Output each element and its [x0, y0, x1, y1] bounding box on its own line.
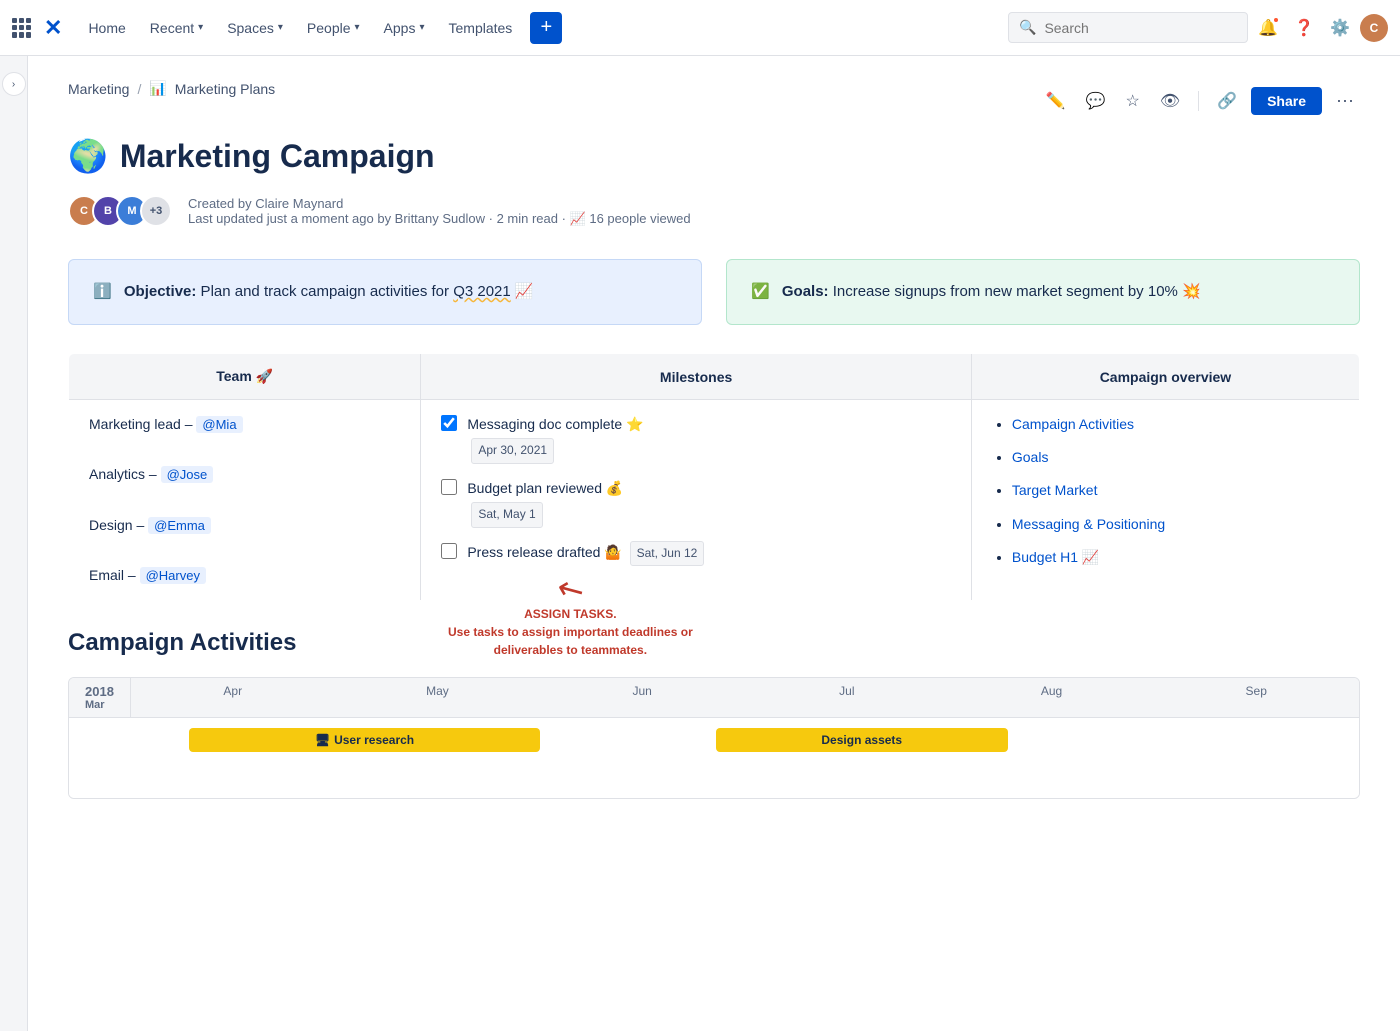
objective-box: ℹ️ Objective: Plan and track campaign ac…	[68, 259, 702, 325]
breadcrumb: Marketing / 📊 Marketing Plans	[68, 80, 275, 97]
title-emoji: 🌍	[68, 137, 108, 175]
overview-cell: Campaign Activities Goals Target Market …	[971, 400, 1359, 601]
campaign-activities-title: Campaign Activities	[68, 629, 1360, 657]
page-header-row: Marketing / 📊 Marketing Plans ✏️ 💬 ☆ 👁 🔗…	[68, 80, 1360, 121]
app-grid-button[interactable]	[12, 18, 32, 38]
settings-button[interactable]: ⚙️	[1324, 12, 1356, 44]
breadcrumb-current[interactable]: Marketing Plans	[175, 81, 275, 97]
gantt-month-sep: Sep	[1154, 678, 1359, 717]
meta-text: Created by Claire Maynard Last updated j…	[188, 196, 691, 227]
gantt-months: Apr May Jun Jul Aug Sep	[131, 678, 1359, 717]
nav-spaces[interactable]: Spaces ▾	[217, 14, 293, 42]
milestone-3-checkbox[interactable]	[441, 543, 457, 559]
team-row: Design – @Emma	[89, 513, 400, 538]
list-item: Target Market	[1012, 478, 1339, 503]
info-boxes: ℹ️ Objective: Plan and track campaign ac…	[68, 259, 1360, 325]
page-title: 🌍 Marketing Campaign	[68, 137, 1360, 175]
avatar-count: +3	[140, 195, 172, 227]
team-row: Analytics – @Jose	[89, 462, 400, 487]
edit-button[interactable]: ✏️	[1040, 85, 1072, 117]
sidebar-toggle: ›	[0, 56, 28, 1031]
assign-tasks-callout: ↗ ASSIGN TASKS. Use tasks to assign impo…	[448, 573, 693, 659]
milestone-3: Press release drafted 🤷 Sat, Jun 12	[441, 540, 951, 567]
target-market-link[interactable]: Target Market	[1012, 482, 1098, 498]
gantt-chart: 2018 Mar Apr May Jun Jul Aug Sep	[68, 677, 1360, 799]
nav-home[interactable]: Home	[78, 14, 135, 42]
overview-links: Campaign Activities Goals Target Market …	[992, 412, 1339, 570]
page-actions: ✏️ 💬 ☆ 👁 🔗 Share ···	[1040, 84, 1360, 117]
gantt-bar-user-research: 🖥 User research	[189, 728, 540, 752]
goals-link[interactable]: Goals	[1012, 449, 1049, 465]
watch-button[interactable]: 👁	[1154, 85, 1186, 117]
search-input[interactable]	[1044, 20, 1237, 36]
gantt-month-jul: Jul	[745, 678, 950, 717]
info-icon: ℹ️	[93, 283, 112, 300]
gantt-body: 🖥 User research Design assets	[69, 718, 1359, 798]
breadcrumb-parent[interactable]: Marketing	[68, 81, 129, 97]
help-button[interactable]: ❓	[1288, 12, 1320, 44]
page-meta: C B M +3 Created by Claire Maynard Last …	[68, 195, 1360, 227]
more-options-button[interactable]: ···	[1330, 84, 1360, 117]
gantt-rows: 🖥 User research Design assets	[189, 726, 1359, 770]
check-icon: ✅	[751, 283, 770, 300]
gantt-bar-design-assets: Design assets	[716, 728, 1009, 752]
team-header: Team 🚀	[69, 354, 421, 400]
gantt-month-apr: Apr	[131, 678, 336, 717]
nav-templates[interactable]: Templates	[439, 14, 523, 42]
campaign-activities-link[interactable]: Campaign Activities	[1012, 416, 1134, 432]
nav-people[interactable]: People ▾	[297, 14, 370, 42]
team-row: Email – @Harvey	[89, 563, 400, 588]
collapse-sidebar-button[interactable]: ›	[2, 72, 26, 96]
search-box[interactable]: 🔍	[1008, 12, 1248, 43]
notifications-button[interactable]: 🔔	[1252, 12, 1284, 44]
assign-arrow-icon: ↗	[551, 569, 590, 610]
overview-header: Campaign overview	[971, 354, 1359, 400]
confluence-logo[interactable]: ✕	[44, 15, 62, 41]
nav-recent[interactable]: Recent ▾	[140, 14, 213, 42]
list-item: Budget H1 📈	[1012, 545, 1339, 570]
restrict-button[interactable]: 🔗	[1211, 85, 1243, 117]
campaign-activities-section: Campaign Activities 2018 Mar Apr May Jun…	[68, 629, 1360, 799]
list-item: Messaging & Positioning	[1012, 512, 1339, 537]
gantt-month-jun: Jun	[540, 678, 745, 717]
messaging-link[interactable]: Messaging & Positioning	[1012, 516, 1165, 532]
create-button[interactable]: +	[530, 12, 562, 44]
comment-button[interactable]: 💬	[1080, 85, 1112, 117]
top-navigation: ✕ Home Recent ▾ Spaces ▾ People ▾ Apps ▾…	[0, 0, 1400, 56]
milestone-1-checkbox[interactable]	[441, 415, 457, 431]
gantt-month-aug: Aug	[950, 678, 1155, 717]
budget-link[interactable]: Budget H1 📈	[1012, 549, 1099, 565]
contributor-avatars: C B M +3	[68, 195, 176, 227]
team-cell: Marketing lead – @Mia Analytics – @Jose …	[69, 400, 421, 601]
team-row: Marketing lead – @Mia	[89, 412, 400, 437]
gantt-month-may: May	[336, 678, 541, 717]
milestone-2-checkbox[interactable]	[441, 479, 457, 495]
star-button[interactable]: ☆	[1120, 85, 1146, 117]
goals-box: ✅ Goals: Increase signups from new marke…	[726, 259, 1360, 325]
gantt-header: 2018 Mar Apr May Jun Jul Aug Sep	[69, 678, 1359, 718]
user-avatar[interactable]: C	[1360, 14, 1388, 42]
search-icon: 🔍	[1019, 19, 1036, 36]
list-item: Goals	[1012, 445, 1339, 470]
share-button[interactable]: Share	[1251, 87, 1322, 115]
milestones-header: Milestones	[421, 354, 972, 400]
milestone-2: Budget plan reviewed 💰 Sat, May 1	[441, 476, 951, 528]
milestones-cell: Messaging doc complete ⭐ Apr 30, 2021 Bu…	[421, 400, 972, 601]
gantt-icon: 🖥	[315, 733, 330, 747]
milestone-1: Messaging doc complete ⭐ Apr 30, 2021	[441, 412, 951, 464]
team-milestones-table: Team 🚀 Milestones Campaign overview Mark…	[68, 353, 1360, 601]
main-content: Marketing / 📊 Marketing Plans ✏️ 💬 ☆ 👁 🔗…	[28, 56, 1400, 1031]
breadcrumb-icon: 📊	[149, 80, 166, 97]
list-item: Campaign Activities	[1012, 412, 1339, 437]
nav-apps[interactable]: Apps ▾	[374, 14, 435, 42]
gantt-year: 2018 Mar	[69, 678, 131, 717]
